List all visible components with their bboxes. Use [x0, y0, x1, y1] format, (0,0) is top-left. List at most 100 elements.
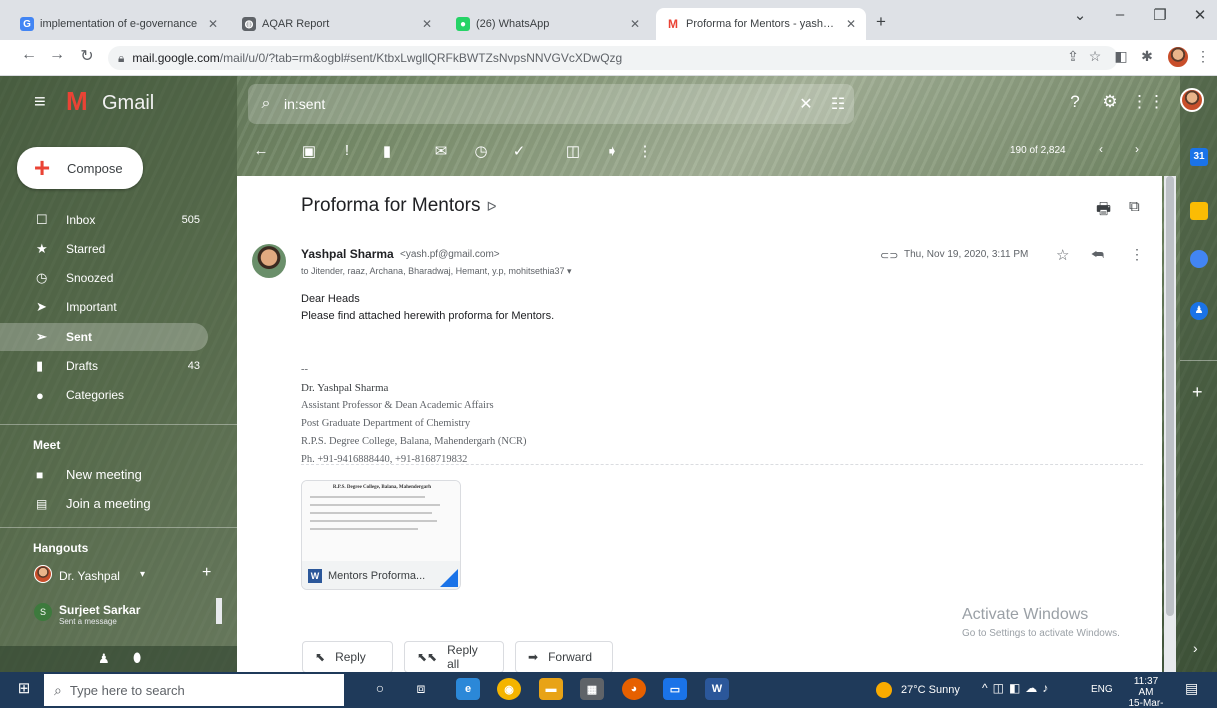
- close-icon[interactable]: ✕: [630, 17, 640, 31]
- report-spam-icon[interactable]: !: [334, 142, 360, 159]
- back-to-list-icon[interactable]: ←: [248, 142, 274, 159]
- menu-dots-icon[interactable]: ⋮: [1193, 48, 1213, 65]
- close-icon[interactable]: ✕: [846, 17, 856, 31]
- word-icon[interactable]: W: [705, 678, 729, 700]
- puzzle-icon[interactable]: ✱: [1137, 48, 1157, 65]
- reload-icon[interactable]: ↻: [76, 46, 98, 66]
- join-meeting-button[interactable]: ▤ Join a meeting: [36, 496, 151, 511]
- hangouts-user-name[interactable]: Dr. Yashpal: [59, 569, 120, 583]
- message-scrollbar[interactable]: [1164, 176, 1176, 672]
- add-chat-plus-icon[interactable]: +: [202, 564, 211, 582]
- contacts-icon[interactable]: ♟: [1190, 302, 1208, 320]
- window-close-icon[interactable]: ✕: [1185, 6, 1215, 24]
- sender-avatar[interactable]: [252, 244, 286, 278]
- important-marker-icon[interactable]: ᐅ: [487, 199, 497, 214]
- calendar-icon[interactable]: 31: [1190, 148, 1208, 166]
- clear-search-icon[interactable]: ✕: [790, 94, 822, 114]
- language-indicator[interactable]: ENG: [1091, 684, 1113, 695]
- windows-start-icon[interactable]: ⊞: [10, 679, 38, 697]
- new-meeting-button[interactable]: ■ New meeting: [36, 467, 142, 482]
- mark-unread-icon[interactable]: ✉: [428, 142, 454, 160]
- get-addons-plus-icon[interactable]: +: [1192, 382, 1203, 403]
- cortana-icon[interactable]: ○: [366, 680, 394, 696]
- back-icon[interactable]: ←: [18, 46, 40, 64]
- nav-item-categories[interactable]: ● Categories: [0, 381, 208, 409]
- main-menu-icon[interactable]: ≡: [34, 91, 46, 114]
- snooze-icon[interactable]: ◷: [468, 142, 494, 160]
- apps-grid-icon[interactable]: ⋮⋮: [1131, 92, 1165, 112]
- new-tab-button[interactable]: +: [876, 12, 886, 32]
- gmail-logo-icon[interactable]: M: [66, 86, 88, 117]
- open-new-window-icon[interactable]: ⧉: [1129, 198, 1140, 215]
- sender-name[interactable]: Yashpal Sharma: [301, 247, 394, 261]
- show-details-icon[interactable]: ▾: [567, 266, 572, 276]
- search-options-icon[interactable]: ☷: [822, 94, 854, 114]
- search-icon[interactable]: ⌕: [248, 95, 284, 113]
- chevron-down-icon[interactable]: ▾: [140, 569, 145, 580]
- extension-icon[interactable]: ◧: [1111, 48, 1131, 65]
- print-icon[interactable]: 🖶︎: [1096, 198, 1111, 225]
- search-input[interactable]: [284, 96, 790, 112]
- star-toggle-icon[interactable]: ☆: [1056, 246, 1069, 264]
- url-bar[interactable]: 🔒︎ mail.google.com/mail/u/0/?tab=rm&ogbl…: [108, 46, 1118, 70]
- edge-icon[interactable]: e: [456, 678, 480, 700]
- tasks-icon[interactable]: [1190, 250, 1208, 268]
- weather-sun-icon[interactable]: [876, 682, 892, 698]
- tab-proforma-mentors[interactable]: M Proforma for Mentors - yashpf@ ✕: [656, 8, 866, 40]
- close-icon[interactable]: ✕: [422, 17, 432, 31]
- keep-icon[interactable]: [1190, 202, 1208, 220]
- nav-item-starred[interactable]: ★ Starred: [0, 235, 208, 263]
- compose-button[interactable]: + Compose: [17, 147, 143, 189]
- system-tray-icons[interactable]: ^◫◧☁♪: [982, 681, 1053, 695]
- tab-aqar-report[interactable]: ◍ AQAR Report ✕: [232, 8, 442, 40]
- file-explorer-icon[interactable]: ▬: [539, 678, 563, 700]
- nav-item-snoozed[interactable]: ◷ Snoozed: [0, 264, 208, 292]
- taskbar-search[interactable]: ⌕ Type here to search: [44, 674, 344, 706]
- tab-whatsapp[interactable]: ● (26) WhatsApp ✕: [446, 8, 650, 40]
- account-avatar[interactable]: [1180, 88, 1204, 112]
- newer-chevron-icon[interactable]: ‹: [1088, 142, 1114, 156]
- tab-egovernance[interactable]: G implementation of e-governance ✕: [10, 8, 228, 40]
- gmail-wordmark[interactable]: Gmail: [102, 92, 154, 115]
- contact-name[interactable]: Surjeet Sarkar: [59, 603, 140, 617]
- task-view-icon[interactable]: ⧈: [407, 680, 435, 697]
- profile-avatar[interactable]: [1167, 46, 1189, 68]
- more-actions-icon[interactable]: ⋮: [1130, 246, 1144, 263]
- close-icon[interactable]: ✕: [208, 17, 218, 31]
- settings-gear-icon[interactable]: ⚙: [1096, 92, 1124, 112]
- person-icon[interactable]: ♟: [98, 651, 110, 667]
- share-icon[interactable]: ⇪: [1063, 48, 1083, 65]
- recipients[interactable]: to Jitender, raaz, Archana, Bharadwaj, H…: [301, 266, 572, 277]
- nav-item-important[interactable]: ➤ Important: [0, 293, 208, 321]
- app-icon[interactable]: ▭: [663, 678, 687, 700]
- add-task-icon[interactable]: ✓: [506, 142, 532, 160]
- more-options-icon[interactable]: ⋮: [632, 142, 658, 160]
- hide-panel-chevron-icon[interactable]: ›: [1193, 640, 1198, 656]
- older-chevron-icon[interactable]: ›: [1124, 142, 1150, 156]
- delete-icon[interactable]: ▮: [374, 142, 400, 160]
- reply-button[interactable]: ⬉ Reply: [302, 641, 393, 673]
- labels-icon[interactable]: ➧: [599, 142, 625, 160]
- archive-icon[interactable]: ▣: [296, 142, 322, 160]
- notifications-icon[interactable]: ▤: [1185, 680, 1198, 697]
- restore-icon[interactable]: ❐: [1145, 6, 1175, 24]
- tab-search-icon[interactable]: ⌄: [1065, 6, 1095, 24]
- bookmark-star-icon[interactable]: ☆: [1085, 48, 1105, 65]
- store-icon[interactable]: ▦: [580, 678, 604, 700]
- contact-scrollbar[interactable]: [216, 598, 222, 624]
- nav-item-drafts[interactable]: ▮ Drafts 43: [0, 352, 208, 380]
- move-to-icon[interactable]: ◫: [560, 142, 586, 160]
- minimize-icon[interactable]: –: [1105, 6, 1135, 23]
- attachment-card[interactable]: R.P.S. Degree College, Balana, Mahenderg…: [301, 480, 461, 590]
- reply-all-button[interactable]: ⬉⬉ Reply all: [404, 641, 504, 673]
- nav-item-inbox[interactable]: ☐ Inbox 505: [0, 206, 208, 234]
- forward-icon[interactable]: →: [46, 46, 68, 64]
- chrome-icon[interactable]: ◉: [497, 678, 521, 700]
- nav-item-sent[interactable]: ➢ Sent: [0, 323, 208, 351]
- forward-button[interactable]: ➡ Forward: [515, 641, 613, 673]
- location-pin-icon[interactable]: ⬮: [133, 650, 141, 666]
- firefox-icon[interactable]: ◕: [622, 678, 646, 700]
- help-icon[interactable]: ?: [1061, 92, 1089, 112]
- weather-text[interactable]: 27°C Sunny: [901, 684, 960, 696]
- reply-icon[interactable]: ⮪: [1091, 246, 1104, 263]
